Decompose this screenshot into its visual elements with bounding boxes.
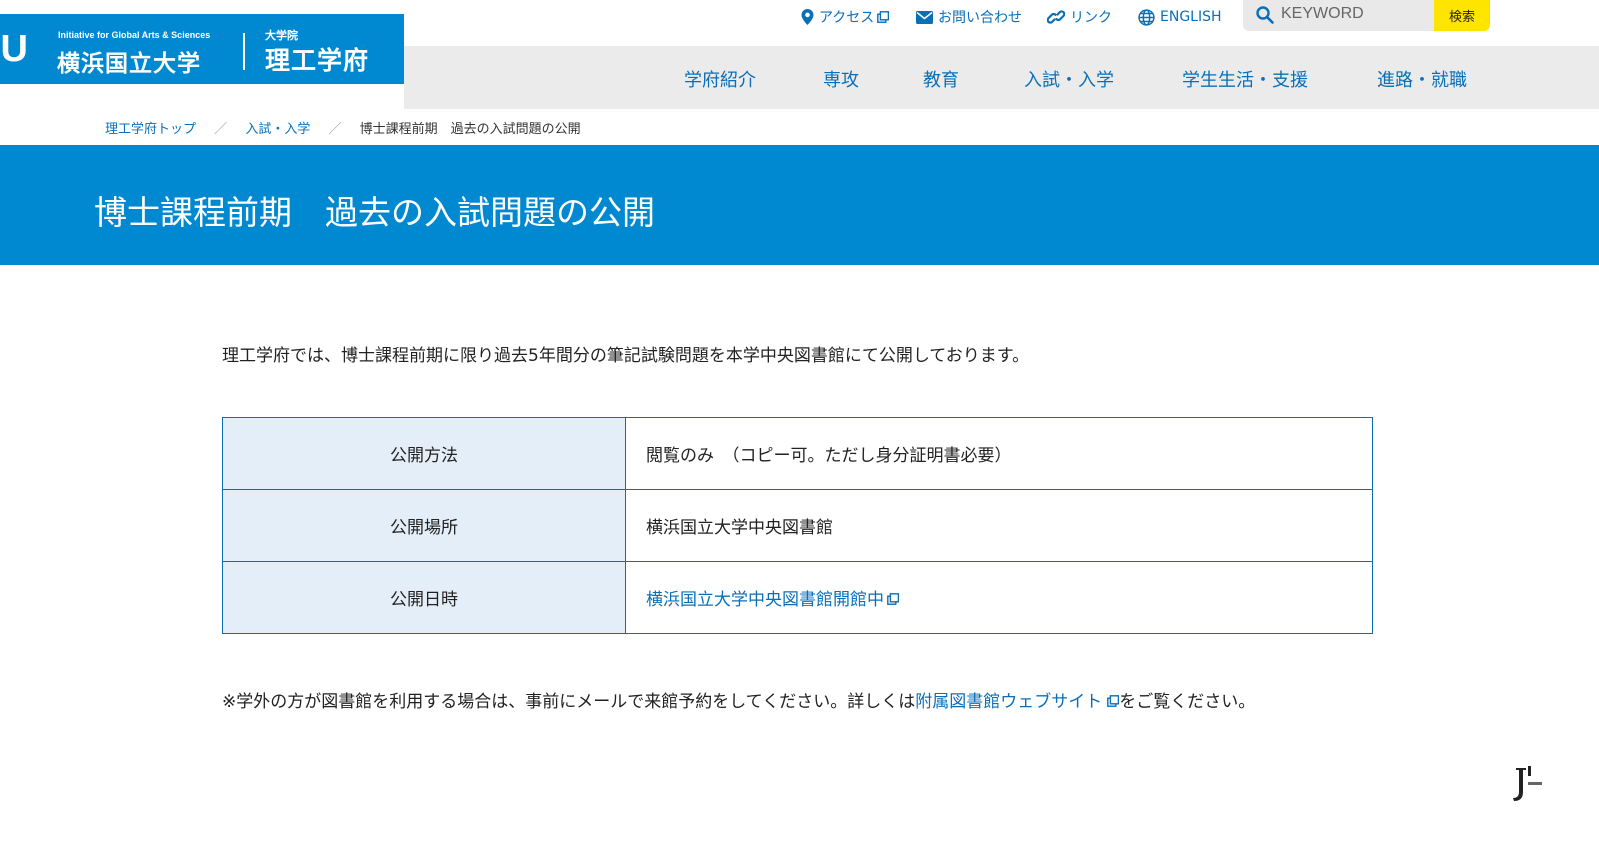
corner-watermark-logo-icon [1513, 766, 1542, 801]
page-title-band: 博士課程前期 過去の入試問題の公開 [0, 145, 1599, 265]
access-link[interactable]: アクセス [801, 7, 890, 27]
nav-item-education[interactable]: 教育 [923, 66, 959, 92]
table-row: 公開方法 閲覧のみ （コピー可。ただし身分証明書必要） [222, 417, 1373, 490]
page-title: 博士課程前期 過去の入試問題の公開 [94, 193, 655, 232]
table-value-cell: 横浜国立大学中央図書館開館中 [625, 561, 1373, 634]
breadcrumb: 理工学府トップ ／ 入試・入学 ／ 博士課程前期 過去の入試問題の公開 [105, 118, 581, 137]
breadcrumb-separator: ／ [214, 122, 228, 137]
link-icon [1047, 10, 1065, 24]
access-label: アクセス [819, 10, 875, 26]
breadcrumb-separator: ／ [328, 122, 342, 137]
table-header-cell: 公開場所 [222, 489, 626, 562]
english-link[interactable]: ENGLISH [1138, 7, 1222, 27]
nav-item-about[interactable]: 学府紹介 [684, 66, 756, 92]
logo-mark: IU [0, 28, 28, 70]
table-header-cell: 公開方法 [222, 417, 626, 490]
library-website-link[interactable]: 附属図書館ウェブサイト [915, 692, 1120, 712]
note-text-after: をご覧ください。 [1119, 692, 1256, 712]
nav-item-student-life[interactable]: 学生生活・支援 [1182, 66, 1308, 92]
note-text-before: ※学外の方が図書館を利用する場合は、事前にメールで来館予約をしてください。詳しく… [222, 692, 916, 712]
links-label: リンク [1070, 10, 1112, 26]
logo-divider [243, 33, 245, 70]
search-icon [1256, 6, 1274, 24]
nav-item-admissions[interactable]: 入試・入学 [1024, 66, 1114, 92]
nav-item-career[interactable]: 進路・就職 [1377, 66, 1467, 92]
table-value-cell: 横浜国立大学中央図書館 [625, 489, 1373, 562]
table-value-cell: 閲覧のみ （コピー可。ただし身分証明書必要） [625, 417, 1373, 490]
library-website-label: 附属図書館ウェブサイト [915, 692, 1103, 712]
logo-english-name: Initiative for Global Arts & Sciences [58, 30, 211, 40]
breadcrumb-home[interactable]: 理工学府トップ [105, 122, 196, 137]
english-label: ENGLISH [1160, 9, 1222, 25]
table-row: 公開日時 横浜国立大学中央図書館開館中 [222, 561, 1373, 634]
search-box: 検索 [1243, 0, 1490, 31]
table-header-cell: 公開日時 [222, 561, 626, 634]
nav-item-majors[interactable]: 専攻 [823, 66, 859, 92]
search-button[interactable]: 検索 [1434, 0, 1490, 31]
info-table: 公開方法 閲覧のみ （コピー可。ただし身分証明書必要） 公開場所 横浜国立大学中… [222, 417, 1373, 634]
external-link-icon [887, 593, 900, 605]
library-note: ※学外の方が図書館を利用する場合は、事前にメールで来館予約をしてください。詳しく… [222, 687, 1255, 712]
links-link[interactable]: リンク [1047, 7, 1112, 27]
contact-link[interactable]: お問い合わせ [916, 7, 1022, 27]
global-nav: 学府紹介 専攻 教育 入試・入学 学生生活・支援 進路・就職 [404, 46, 1599, 109]
library-hours-link[interactable]: 横浜国立大学中央図書館開館中 [646, 590, 900, 610]
breadcrumb-admissions[interactable]: 入試・入学 [245, 122, 310, 137]
intro-text: 理工学府では、博士課程前期に限り過去5年間分の筆記試験問題を本学中央図書館にて公… [222, 346, 1030, 366]
library-hours-label: 横浜国立大学中央図書館開館中 [646, 590, 884, 610]
breadcrumb-current: 博士課程前期 過去の入試問題の公開 [359, 122, 581, 137]
logo-school-name: 理工学府 [265, 46, 370, 75]
search-input[interactable] [1281, 3, 1431, 25]
external-link-icon [1107, 695, 1120, 707]
table-row: 公開場所 横浜国立大学中央図書館 [222, 489, 1373, 562]
map-pin-icon [801, 9, 814, 25]
contact-label: お問い合わせ [938, 10, 1022, 26]
globe-icon [1138, 8, 1155, 26]
site-logo[interactable]: IU Initiative for Global Arts & Sciences… [0, 14, 404, 84]
envelope-icon [916, 10, 933, 24]
external-link-icon [877, 11, 890, 23]
logo-university-name: 横浜国立大学 [57, 51, 201, 77]
